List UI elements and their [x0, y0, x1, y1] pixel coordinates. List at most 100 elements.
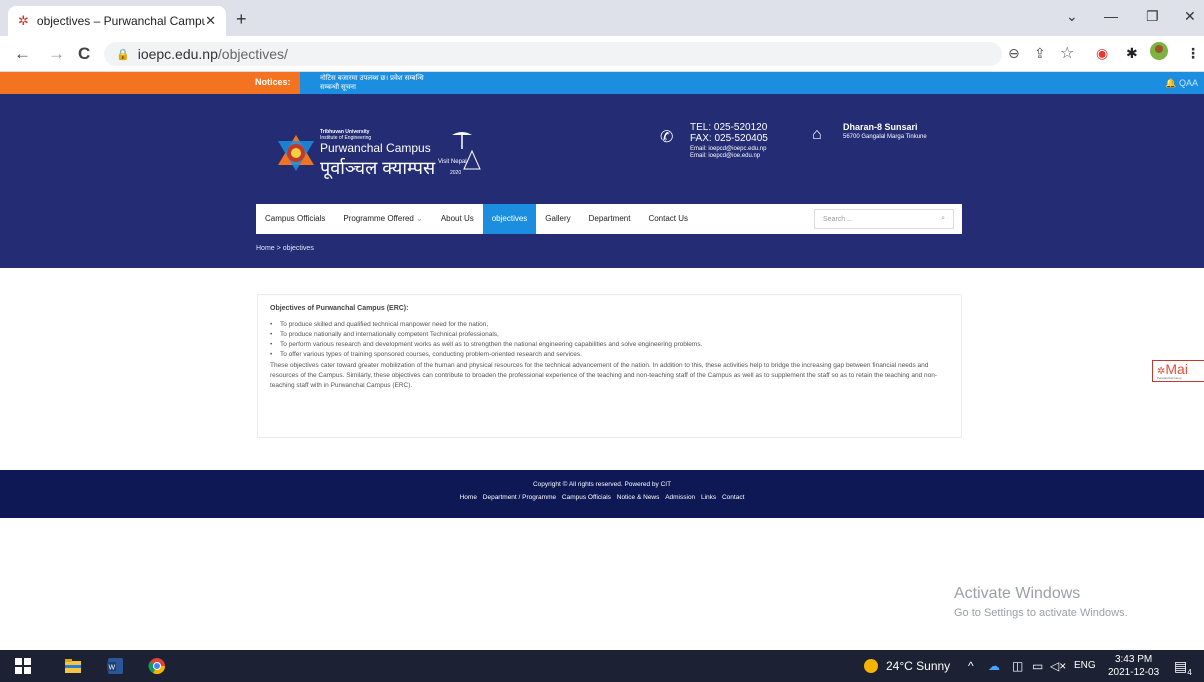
weather-widget[interactable]: 24°C Sunny: [864, 659, 950, 673]
search-input[interactable]: Search ... ⌕: [814, 209, 954, 229]
new-tab-button[interactable]: +: [236, 9, 247, 30]
nav-objectives[interactable]: objectives: [482, 204, 537, 234]
objectives-panel: Objectives of Purwanchal Campus (ERC): T…: [257, 294, 962, 438]
network-icon[interactable]: ▭: [1032, 659, 1043, 673]
search-placeholder: Search ...: [823, 215, 853, 223]
nav-contact-us[interactable]: Contact Us: [639, 204, 697, 234]
webmail-badge-sub: Purwanchal Camp: [1157, 376, 1182, 380]
tray-overflow-chevron-icon[interactable]: ^: [968, 659, 974, 673]
bookmark-star-icon[interactable]: ☆: [1060, 43, 1074, 63]
footer-link-department[interactable]: Department / Programme: [483, 494, 556, 501]
footer-link-admission[interactable]: Admission: [665, 494, 695, 501]
campus-name-english: Purwanchal Campus: [320, 141, 431, 155]
weather-text: 24°C Sunny: [886, 659, 951, 673]
browser-toolbar: ← → C 🔒 ioepc.edu.np/objectives/ ⊖ ⇪ ☆ ◉…: [0, 36, 1204, 72]
tab-close-icon[interactable]: ✕: [205, 13, 216, 29]
profile-avatar[interactable]: [1150, 42, 1168, 63]
footer-link-notice[interactable]: Notice & News: [617, 494, 660, 501]
notice-ticker[interactable]: नोटिस बजारमा उपलब्ध छ। प्रवेश सम्बन्धि स…: [320, 74, 424, 92]
lock-icon: 🔒: [116, 48, 130, 61]
footer-links: Home Department / Programme Campus Offic…: [0, 494, 1204, 501]
meet-now-icon[interactable]: ◫: [1012, 659, 1023, 673]
notification-center-icon[interactable]: ▤4: [1174, 658, 1192, 677]
objectives-list: To produce skilled and qualified technic…: [270, 321, 949, 358]
minimize-button[interactable]: —: [1104, 8, 1118, 24]
browser-tab-strip: ✲ objectives – Purwanchal Campus ✕ + ⌄ —…: [0, 0, 1204, 36]
url-path: /objectives/: [217, 46, 288, 62]
onedrive-cloud-icon[interactable]: ☁: [988, 659, 1000, 673]
nav-gallery[interactable]: Gallery: [536, 204, 579, 234]
share-icon[interactable]: ⇪: [1034, 45, 1046, 62]
tab-search-chevron-icon[interactable]: ⌄: [1066, 8, 1078, 25]
browser-menu-icon[interactable]: ⋮: [1186, 45, 1200, 62]
sun-icon: [864, 659, 878, 673]
extensions-icon[interactable]: ✱: [1126, 45, 1138, 62]
clock-date: 2021-12-03: [1108, 667, 1160, 678]
objective-item: To offer various types of training spons…: [270, 351, 949, 358]
activate-windows-watermark: Activate Windows Go to Settings to activ…: [954, 585, 1128, 619]
campus-name-block[interactable]: Tribhuvan University Institute of Engine…: [320, 129, 435, 180]
objectives-heading: Objectives of Purwanchal Campus (ERC):: [270, 305, 409, 312]
visit-nepal-logo: Visit Nepal 2020: [436, 129, 506, 179]
ioe-logo-icon[interactable]: [276, 133, 316, 173]
windows-start-icon[interactable]: [14, 657, 32, 675]
nav-about-us[interactable]: About Us: [432, 204, 483, 234]
maximize-button[interactable]: ❐: [1146, 8, 1159, 25]
address-block: Dharan-8 Sunsari 56700 Gangalal Marga Ti…: [843, 122, 927, 140]
nav-programme-offered-label: Programme Offered: [343, 214, 414, 223]
visit-nepal-year: 2020: [450, 170, 462, 176]
phone-icon: ✆: [660, 129, 674, 146]
email-1[interactable]: Email: ioepcd@ioepc.edu.np: [690, 146, 768, 152]
webmail-badge-text: Mai: [1165, 361, 1188, 377]
email-2[interactable]: Email: ioepcd@ioe.edu.np: [690, 153, 768, 159]
objectives-paragraph: These objectives cater toward greater mo…: [270, 362, 938, 389]
windows-taskbar: W 24°C Sunny ^ ☁ ◫ ▭ ◁× ENG 3:43 PM 2021…: [0, 650, 1204, 682]
screen-record-extension-icon[interactable]: ◉: [1096, 45, 1108, 62]
footer-link-officials[interactable]: Campus Officials: [562, 494, 611, 501]
footer-link-home[interactable]: Home: [460, 494, 477, 501]
nav-department[interactable]: Department: [580, 204, 640, 234]
telephone: TEL: 025-520120: [690, 122, 768, 133]
visit-nepal-text: Visit Nepal: [438, 159, 467, 165]
browser-tab[interactable]: ✲ objectives – Purwanchal Campus ✕: [8, 6, 226, 36]
fax: FAX: 025-520405: [690, 133, 768, 144]
breadcrumb-separator: >: [276, 245, 281, 252]
notice-bar: Notices: नोटिस बजारमा उपलब्ध छ। प्रवेश स…: [0, 72, 1204, 94]
notice-text-line1: नोटिस बजारमा उपलब्ध छ। प्रवेश सम्बन्धि: [320, 75, 424, 82]
footer-link-contact[interactable]: Contact: [722, 494, 744, 501]
nav-campus-officials[interactable]: Campus Officials: [256, 204, 334, 234]
activate-subtitle: Go to Settings to activate Windows.: [954, 607, 1128, 619]
file-explorer-icon[interactable]: [64, 657, 82, 675]
notice-label: Notices:: [255, 77, 291, 87]
back-button[interactable]: ←: [14, 44, 31, 64]
copyright-text: Copyright © All rights reserved. Powered…: [532, 481, 672, 488]
notification-count: 4: [1187, 667, 1192, 677]
home-icon: ⌂: [812, 126, 822, 143]
webmail-badge[interactable]: ✲Mai Purwanchal Camp: [1152, 360, 1204, 382]
speaker-muted-icon[interactable]: ◁×: [1050, 659, 1066, 673]
close-window-button[interactable]: ✕: [1184, 8, 1196, 25]
url-domain: ioepc.edu.np: [137, 46, 218, 62]
taskbar-clock[interactable]: 3:43 PM 2021-12-03: [1108, 653, 1159, 679]
footer-link-links[interactable]: Links: [701, 494, 716, 501]
chevron-down-icon: ⌄: [416, 214, 423, 223]
address-bar[interactable]: 🔒 ioepc.edu.np/objectives/: [104, 42, 1002, 66]
campus-name-nepali: पूर्वाञ्चल क्याम्पस: [320, 158, 436, 178]
clock-time: 3:43 PM: [1114, 654, 1153, 665]
forward-button[interactable]: →: [48, 44, 65, 64]
reload-button[interactable]: C: [78, 44, 90, 64]
zoom-icon[interactable]: ⊖: [1008, 45, 1020, 62]
site-header: Tribhuvan University Institute of Engine…: [0, 94, 1204, 268]
address-city: Dharan-8 Sunsari: [843, 122, 918, 132]
campus-favicon-icon: ✲: [18, 13, 29, 28]
breadcrumb-current: objectives: [282, 245, 314, 252]
search-icon[interactable]: ⌕: [941, 215, 945, 223]
qaa-link[interactable]: 🔔 QAA: [1165, 78, 1198, 89]
nav-programme-offered[interactable]: Programme Offered ⌄: [334, 204, 431, 234]
notice-text-line2: सम्बन्धी सूचना: [320, 84, 356, 91]
chrome-app-icon[interactable]: [148, 657, 166, 675]
word-app-icon[interactable]: W: [106, 657, 124, 675]
breadcrumb-home[interactable]: Home: [256, 245, 275, 252]
objective-item: To produce nationally and internationall…: [270, 331, 949, 338]
language-indicator[interactable]: ENG: [1074, 660, 1096, 671]
